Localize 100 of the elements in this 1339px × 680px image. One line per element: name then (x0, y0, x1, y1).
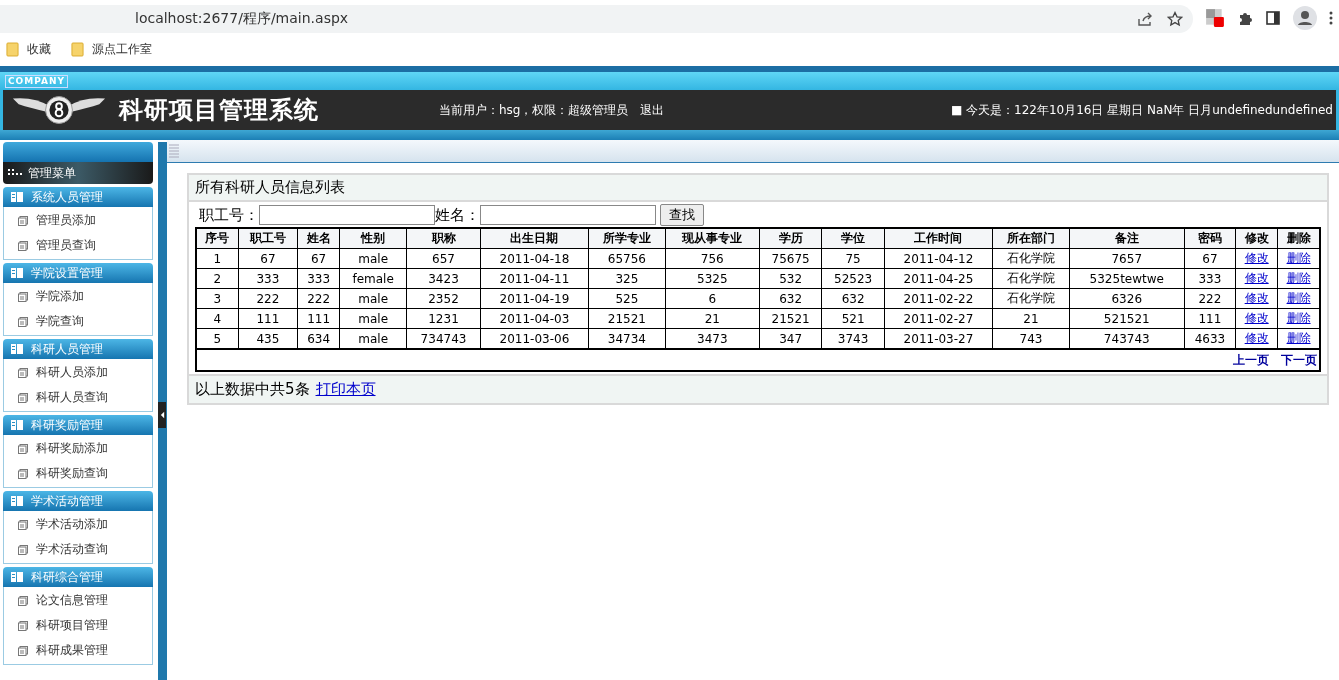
system-title: 科研项目管理系统 (119, 94, 320, 126)
profile-icon[interactable] (1293, 6, 1317, 30)
table-cell: 111 (1198, 311, 1222, 326)
table-cell: female (352, 271, 394, 286)
table-cell: 333 (307, 271, 331, 286)
logout-link[interactable]: 退出 (640, 101, 665, 119)
table-cell: 7657 (1111, 251, 1143, 266)
table-cell: 333 (1198, 271, 1222, 286)
table-cell: 6 (708, 291, 717, 306)
table-cell: 347 (779, 331, 803, 346)
menu-item[interactable]: 学术活动查询 (36, 541, 108, 558)
menu-item[interactable]: 科研项目管理 (36, 617, 108, 634)
table-cell: 2 (213, 271, 222, 286)
menu-item[interactable]: 科研成果管理 (36, 642, 108, 659)
bookmark-link[interactable]: 源点工作室 (92, 40, 152, 58)
search-button[interactable]: 查找 (660, 204, 704, 226)
column-header: 删除 (1277, 229, 1319, 249)
table-cell: 2011-04-11 (499, 271, 570, 286)
menu-item[interactable]: 科研人员查询 (36, 389, 108, 406)
pager-link[interactable]: 上一页 (1233, 352, 1269, 369)
grip-icon (169, 144, 179, 158)
table-cell: 111 (256, 311, 280, 326)
table-cell: 5 (213, 331, 222, 346)
input-field[interactable] (259, 205, 435, 225)
table-cell: 21 (1023, 311, 1039, 326)
table-cell: male (358, 311, 389, 326)
page-icon (18, 367, 28, 378)
date-text: ■ 今天是：122年10月16日 星期日 NaN年 日月undefinedundefined (950, 101, 1334, 119)
column-header: 学历 (759, 229, 822, 249)
page-icon (18, 519, 28, 530)
input-field[interactable] (480, 205, 656, 225)
menu-title-text: 管理菜单 (28, 164, 76, 182)
menu-item[interactable]: 学院查询 (36, 313, 84, 330)
pager-link[interactable]: 下一页 (1281, 352, 1317, 369)
table-cell: 532 (779, 271, 803, 286)
table-cell: 111 (307, 311, 331, 326)
table-cell: 65756 (607, 251, 646, 266)
share-icon[interactable] (1137, 11, 1153, 27)
table-cell: 5325 (697, 271, 728, 286)
page-icon (18, 240, 28, 251)
table-cell: 756 (700, 251, 724, 266)
table-cell: 2011-03-27 (903, 331, 974, 346)
column-header: 职称 (406, 229, 481, 249)
table-cell: 3743 (837, 331, 869, 346)
column-header: 工作时间 (884, 229, 993, 249)
table-cell: 2011-02-22 (903, 291, 974, 306)
table-cell: 2011-03-06 (499, 331, 570, 346)
puzzle-icon[interactable] (1237, 10, 1253, 26)
table-cell: 3423 (428, 271, 459, 286)
table-cell: 632 (779, 291, 803, 306)
field-label: 职工号： (199, 205, 259, 225)
column-header: 密码 (1184, 229, 1236, 249)
table-cell: 67 (260, 251, 276, 266)
extension-icon[interactable] (1205, 8, 1225, 28)
table-cell: 75675 (771, 251, 810, 266)
arrow-icon (159, 411, 165, 419)
table-cell: 632 (841, 291, 865, 306)
table-cell: 2011-04-18 (499, 251, 570, 266)
table-cell: 435 (256, 331, 280, 346)
menu-item[interactable]: 科研奖励查询 (36, 465, 108, 482)
menu-item[interactable]: 学术活动添加 (36, 516, 108, 533)
table-cell: 67 (1202, 251, 1218, 266)
table-cell: 657 (432, 251, 455, 266)
column-header: 姓名 (297, 229, 340, 249)
column-header: 职工号 (238, 229, 298, 249)
table-cell: 333 (256, 271, 280, 286)
star-icon[interactable] (1167, 11, 1183, 27)
page-icon (18, 544, 28, 555)
page-icon (18, 468, 28, 479)
table-cell: 1 (213, 251, 222, 266)
menu-item[interactable]: 管理员查询 (36, 237, 96, 254)
table-cell: 石化学院 (1006, 251, 1055, 265)
menu-item[interactable]: 科研人员添加 (36, 364, 108, 381)
table-cell: 2011-04-25 (903, 271, 974, 286)
bookmark-link[interactable]: 收藏 (27, 40, 51, 58)
menu-item[interactable]: 科研奖励添加 (36, 440, 108, 457)
panel-icon (11, 496, 23, 506)
folder-icon (6, 41, 19, 57)
column-header: 所在部门 (992, 229, 1070, 249)
collapse-handle[interactable] (158, 402, 166, 428)
column-header: 修改 (1235, 229, 1278, 249)
column-header: 出生日期 (480, 229, 589, 249)
side-panel-icon[interactable] (1265, 10, 1281, 26)
address-bar[interactable]: localhost:2677/程序/main.aspx (0, 5, 1193, 33)
table-cell: 石化学院 (1006, 271, 1055, 285)
menu-item[interactable]: 论文信息管理 (36, 592, 108, 609)
table-cell: 734743 (420, 331, 467, 346)
menu-icon[interactable] (1329, 10, 1333, 26)
menu-item[interactable]: 管理员添加 (36, 212, 96, 229)
table-cell: 4 (213, 311, 222, 326)
print-link[interactable]: 打印本页 (315, 380, 376, 399)
table-cell: 52523 (834, 271, 873, 286)
current-user-text: 当前用户：hsg，权限：超级管理员 (439, 101, 629, 119)
table-cell: 222 (1198, 291, 1222, 306)
table-cell: 325 (615, 271, 639, 286)
table-cell: male (358, 331, 389, 346)
table-cell: 3473 (697, 331, 728, 346)
panel-title: 所有科研人员信息列表 (189, 175, 1327, 202)
page-icon (18, 316, 28, 327)
menu-item[interactable]: 学院添加 (36, 288, 84, 305)
